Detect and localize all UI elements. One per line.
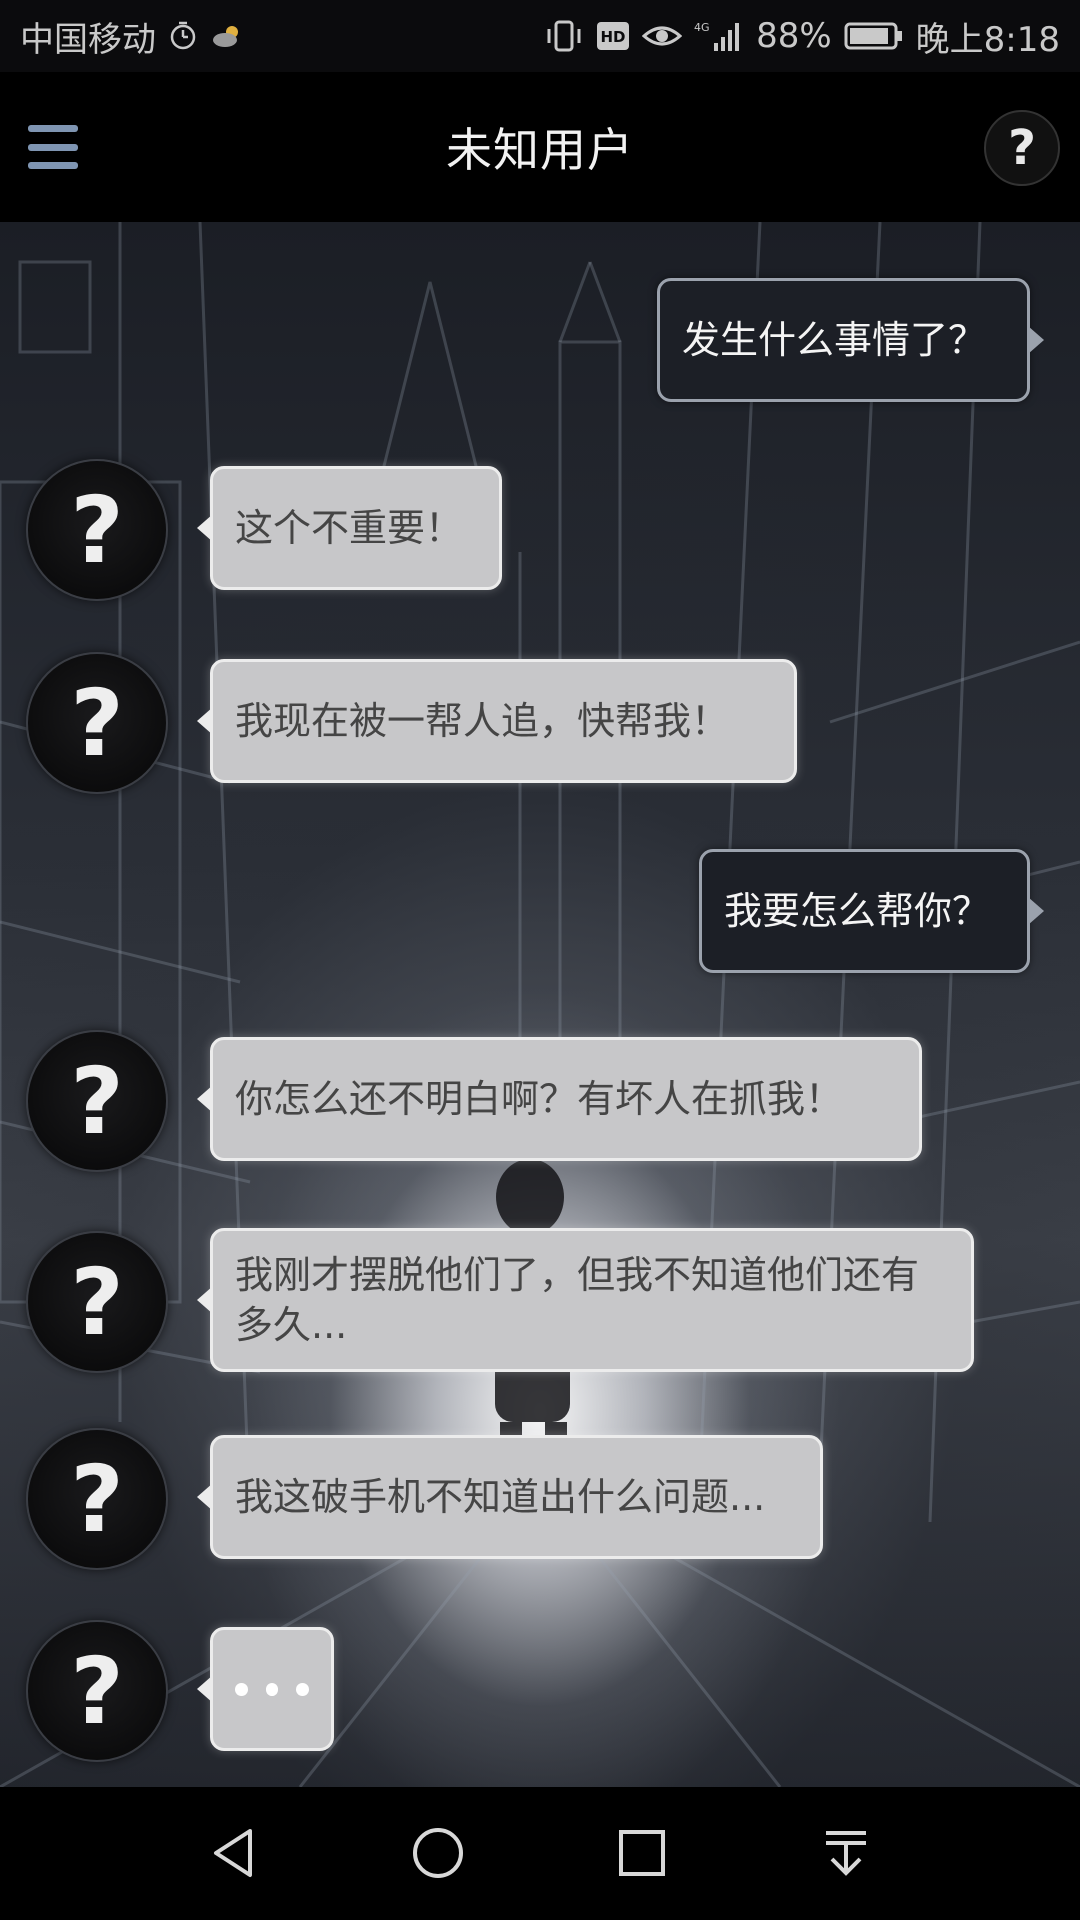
battery-percent: 88% <box>756 16 832 56</box>
svg-text:HD: HD <box>601 28 626 46</box>
alarm-icon <box>168 21 198 51</box>
network-type-label: 4G <box>694 21 710 34</box>
status-left: 中国移动 <box>20 0 244 72</box>
message-text: 这个不重要！ <box>235 506 464 550</box>
message-text: 我这破手机不知道出什么问题... <box>235 1475 766 1519</box>
status-right: HD 4G 88% 晚上8:18 <box>544 0 1060 72</box>
back-icon[interactable] <box>194 1813 274 1893</box>
contact-avatar[interactable]: ? <box>26 1620 168 1762</box>
hamburger-menu-icon[interactable] <box>28 125 78 169</box>
message-text: 发生什么事情了？ <box>682 318 987 362</box>
hd-icon: HD <box>596 21 630 51</box>
carrier-name: 中国移动 <box>20 19 156 60</box>
eye-icon <box>642 22 683 50</box>
message-bubble[interactable]: 发生什么事情了？ <box>657 278 1044 402</box>
message-bubble[interactable]: 你怎么还不明白啊？有坏人在抓我！ <box>197 1037 922 1161</box>
home-icon[interactable] <box>398 1813 478 1893</box>
message-bubble[interactable]: 我这破手机不知道出什么问题... <box>197 1435 823 1559</box>
navigation-bar <box>0 1787 1080 1920</box>
status-bar: 中国移动 HD 4G 88% 晚上8:18 <box>0 0 1080 72</box>
help-button[interactable]: ? <box>984 110 1060 186</box>
message-bubble[interactable]: 我现在被一帮人追，快帮我！ <box>197 659 797 783</box>
message-bubble[interactable]: 我要怎么帮你？ <box>699 849 1044 973</box>
typing-dots-icon <box>235 1682 310 1696</box>
recents-icon[interactable] <box>602 1813 682 1893</box>
app-header: 未知用户 ? <box>0 72 1080 222</box>
message-bubble[interactable]: 这个不重要！ <box>197 466 502 590</box>
phone-screen: 中国移动 HD 4G 88% 晚上8:18 未知用户 ? 发生什么事情了？ ? … <box>0 0 1080 1920</box>
message-text: 我现在被一帮人追，快帮我！ <box>235 699 730 743</box>
notification-drawer-icon[interactable] <box>806 1813 886 1893</box>
contact-avatar[interactable]: ? <box>26 1428 168 1570</box>
weather-cloud-icon <box>210 23 244 49</box>
message-text: 我要怎么帮你？ <box>724 889 991 933</box>
message-text: 你怎么还不明白啊？有坏人在抓我！ <box>235 1077 844 1121</box>
message-bubble[interactable]: 我刚才摆脱他们了，但我不知道他们还有多久... <box>197 1228 974 1372</box>
battery-icon <box>844 21 904 51</box>
contact-avatar[interactable]: ? <box>26 459 168 601</box>
contact-avatar[interactable]: ? <box>26 1030 168 1172</box>
chat-area[interactable]: 发生什么事情了？? 这个不重要！? 我现在被一帮人追，快帮我！ 我要怎么帮你？? 你怎么… <box>0 222 1080 1787</box>
page-title: 未知用户 <box>446 123 634 177</box>
vibrate-icon <box>544 19 584 53</box>
signal-icon: 4G <box>694 19 744 53</box>
typing-indicator-bubble[interactable] <box>197 1627 334 1751</box>
contact-avatar[interactable]: ? <box>26 1231 168 1373</box>
clock: 晚上8:18 <box>915 19 1060 60</box>
message-text: 我刚才摆脱他们了，但我不知道他们还有多久... <box>235 1253 920 1347</box>
contact-avatar[interactable]: ? <box>26 652 168 794</box>
